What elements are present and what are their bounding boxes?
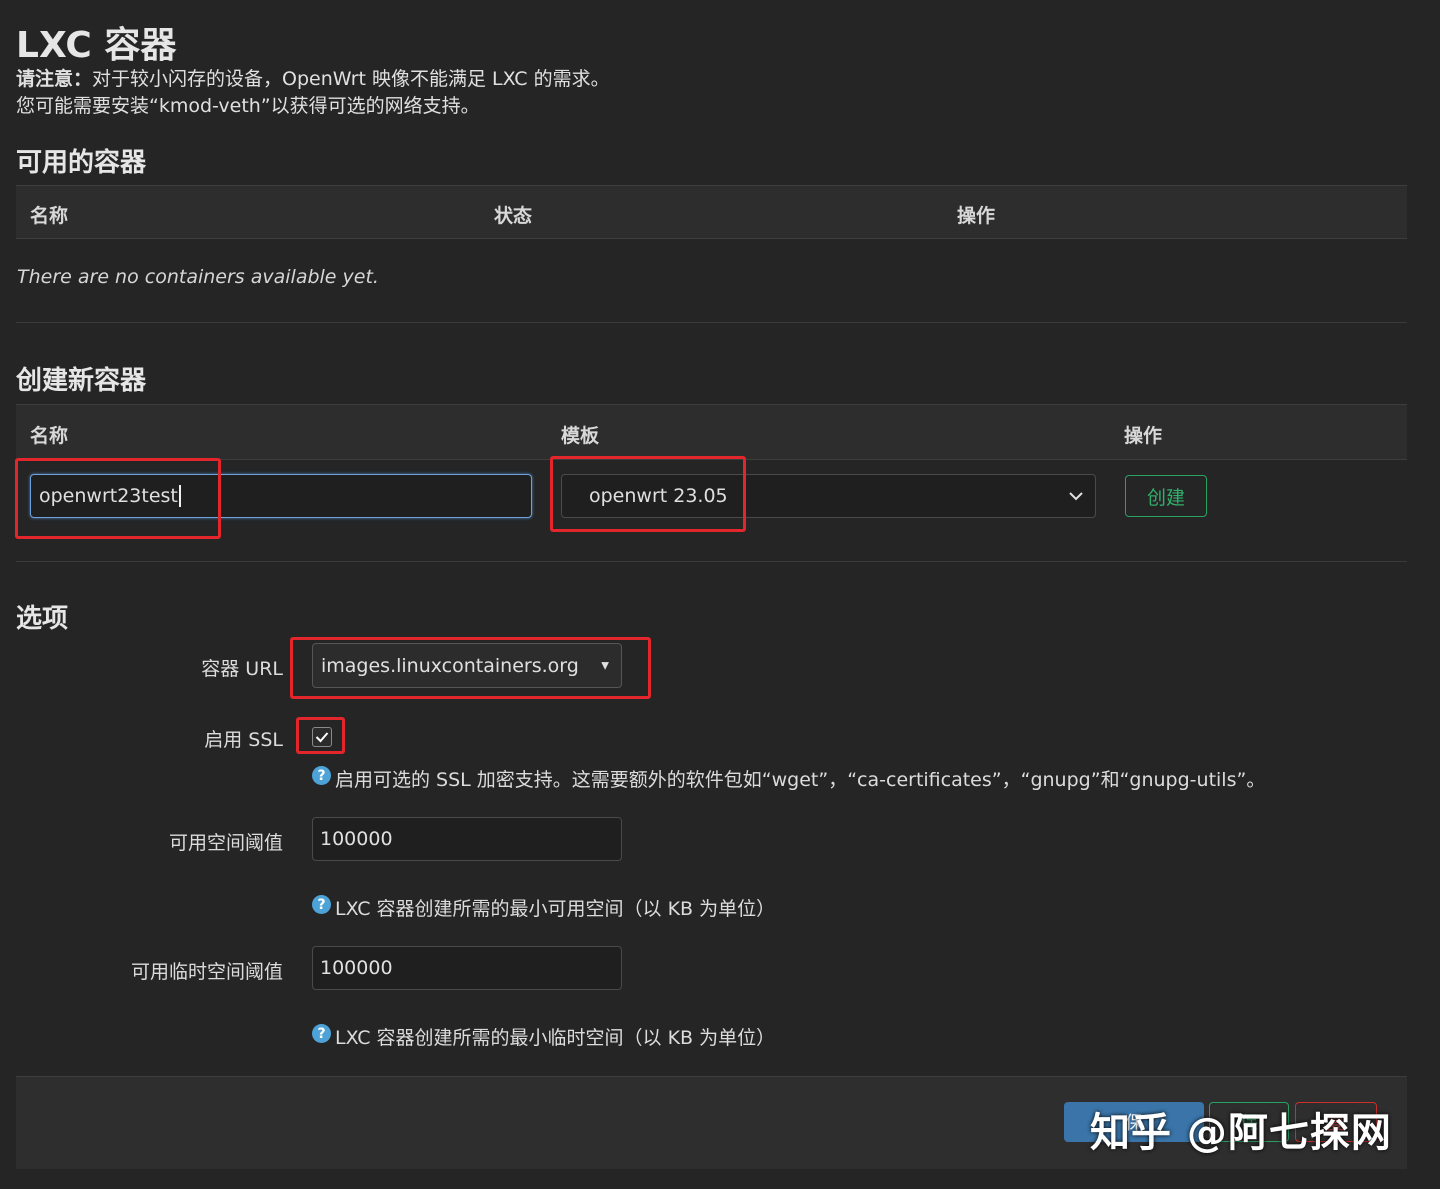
available-containers-title: 可用的容器 [16, 142, 146, 179]
divider [16, 322, 1407, 323]
col-status: 状态 [494, 201, 532, 228]
page-title: LXC 容器 [16, 16, 176, 68]
col-actions: 操作 [1124, 421, 1162, 448]
col-name: 名称 [30, 201, 68, 228]
space-threshold-input[interactable]: 100000 [312, 817, 622, 861]
space-threshold-label: 可用空间阈值 [16, 828, 283, 855]
tmp-space-help-text: LXC 容器创建所需的最小临时空间（以 KB 为单位） [335, 1023, 775, 1050]
help-icon: ? [312, 766, 331, 785]
divider [16, 561, 1407, 562]
create-container-title: 创建新容器 [16, 360, 146, 397]
tmp-space-help: ?LXC 容器创建所需的最小临时空间（以 KB 为单位） [312, 1023, 775, 1050]
tmp-space-threshold-label: 可用临时空间阈值 [16, 957, 283, 984]
tmp-space-threshold-value: 100000 [320, 957, 393, 979]
ssl-help-text: 启用可选的 SSL 加密支持。这需要额外的软件包如“wget”，“ca-cert… [335, 765, 1265, 792]
col-actions: 操作 [957, 201, 995, 228]
chevron-down-icon [1069, 487, 1083, 505]
tmp-space-threshold-input[interactable]: 100000 [312, 946, 622, 990]
watermark: 知乎 @阿七探网 [1090, 1100, 1392, 1158]
container-url-label: 容器 URL [16, 654, 283, 681]
space-help: ?LXC 容器创建所需的最小可用空间（以 KB 为单位） [312, 894, 775, 921]
notice-line-2: 您可能需要安装“kmod-veth”以获得可选的网络支持。 [16, 93, 610, 120]
create-button[interactable]: 创建 [1125, 475, 1207, 517]
highlight-box-ssl [296, 717, 345, 754]
help-icon: ? [312, 895, 331, 914]
space-threshold-value: 100000 [320, 828, 393, 850]
options-title: 选项 [16, 598, 68, 635]
highlight-box-template [550, 456, 746, 532]
enable-ssl-label: 启用 SSL [16, 725, 283, 752]
ssl-help: ?启用可选的 SSL 加密支持。这需要额外的软件包如“wget”，“ca-cer… [312, 765, 1265, 792]
notice-line-1: 对于较小闪存的设备，OpenWrt 映像不能满足 LXC 的需求。 [92, 68, 610, 90]
help-icon: ? [312, 1024, 331, 1043]
available-table-header: 名称 状态 操作 [16, 185, 1407, 239]
col-template: 模板 [561, 421, 599, 448]
space-help-text: LXC 容器创建所需的最小可用空间（以 KB 为单位） [335, 894, 775, 921]
highlight-box-url [290, 637, 651, 699]
notice-bold: 请注意： [16, 68, 92, 90]
create-table-header: 名称 模板 操作 [16, 404, 1407, 460]
highlight-box-name [15, 458, 221, 539]
col-name: 名称 [30, 421, 68, 448]
empty-message: There are no containers available yet. [17, 266, 379, 288]
notice: 请注意：对于较小闪存的设备，OpenWrt 映像不能满足 LXC 的需求。 您可… [16, 66, 610, 120]
